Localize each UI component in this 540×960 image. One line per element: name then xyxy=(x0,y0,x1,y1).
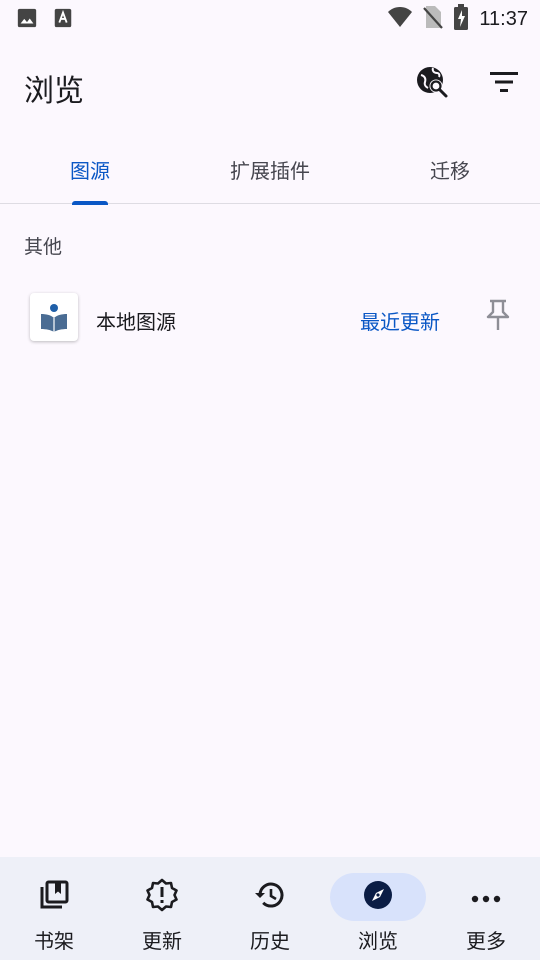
more-icon xyxy=(471,888,501,907)
source-name: 本地图源 xyxy=(96,310,176,334)
latest-updates-button[interactable]: 最近更新 xyxy=(360,306,440,335)
tab-migrate[interactable]: 迁移 xyxy=(360,134,540,204)
nav-more-label: 更多 xyxy=(466,929,506,953)
tab-migrate-label: 迁移 xyxy=(430,158,470,183)
nav-updates[interactable]: 更新 xyxy=(108,857,216,960)
pin-button[interactable] xyxy=(484,299,512,335)
wifi-icon xyxy=(387,6,413,32)
tab-sources[interactable]: 图源 xyxy=(0,134,180,205)
nav-history-label: 历史 xyxy=(250,929,290,953)
filter-button[interactable] xyxy=(486,66,522,102)
image-icon xyxy=(16,7,38,33)
bottom-navigation: 书架 更新 历史 浏览 更多 xyxy=(0,857,540,960)
status-bar: 11:37 xyxy=(0,0,540,36)
top-app-bar: 浏览 xyxy=(0,36,540,132)
page-title: 浏览 xyxy=(24,74,84,109)
nav-browse[interactable]: 浏览 xyxy=(324,857,432,960)
nav-browse-active-pill xyxy=(330,873,426,921)
tab-sources-label: 图源 xyxy=(70,158,110,183)
nav-browse-label: 浏览 xyxy=(358,929,398,953)
section-header-other: 其他 xyxy=(24,236,63,258)
nav-library[interactable]: 书架 xyxy=(0,857,108,960)
tab-bar: 图源 扩展插件 迁移 xyxy=(0,134,540,205)
global-search-icon xyxy=(415,65,449,103)
battery-charging-icon xyxy=(453,4,469,34)
history-icon xyxy=(253,878,287,916)
filter-icon xyxy=(490,71,518,97)
status-time: 11:37 xyxy=(479,7,528,30)
nav-library-label: 书架 xyxy=(34,929,74,953)
source-item-local[interactable]: 本地图源 最近更新 xyxy=(0,282,540,356)
updates-icon xyxy=(145,878,179,916)
library-icon xyxy=(38,879,70,915)
tab-extensions[interactable]: 扩展插件 xyxy=(180,134,360,204)
nav-more[interactable]: 更多 xyxy=(432,857,540,960)
tab-extensions-label: 扩展插件 xyxy=(230,158,310,183)
a-font-icon xyxy=(52,7,74,33)
book-reader-icon xyxy=(30,293,78,341)
compass-icon xyxy=(362,879,394,915)
nav-history[interactable]: 历史 xyxy=(216,857,324,960)
tab-indicator xyxy=(72,201,108,205)
pin-icon xyxy=(485,299,511,335)
global-search-button[interactable] xyxy=(414,66,450,102)
no-sim-icon xyxy=(423,5,444,33)
nav-updates-label: 更新 xyxy=(142,929,182,953)
